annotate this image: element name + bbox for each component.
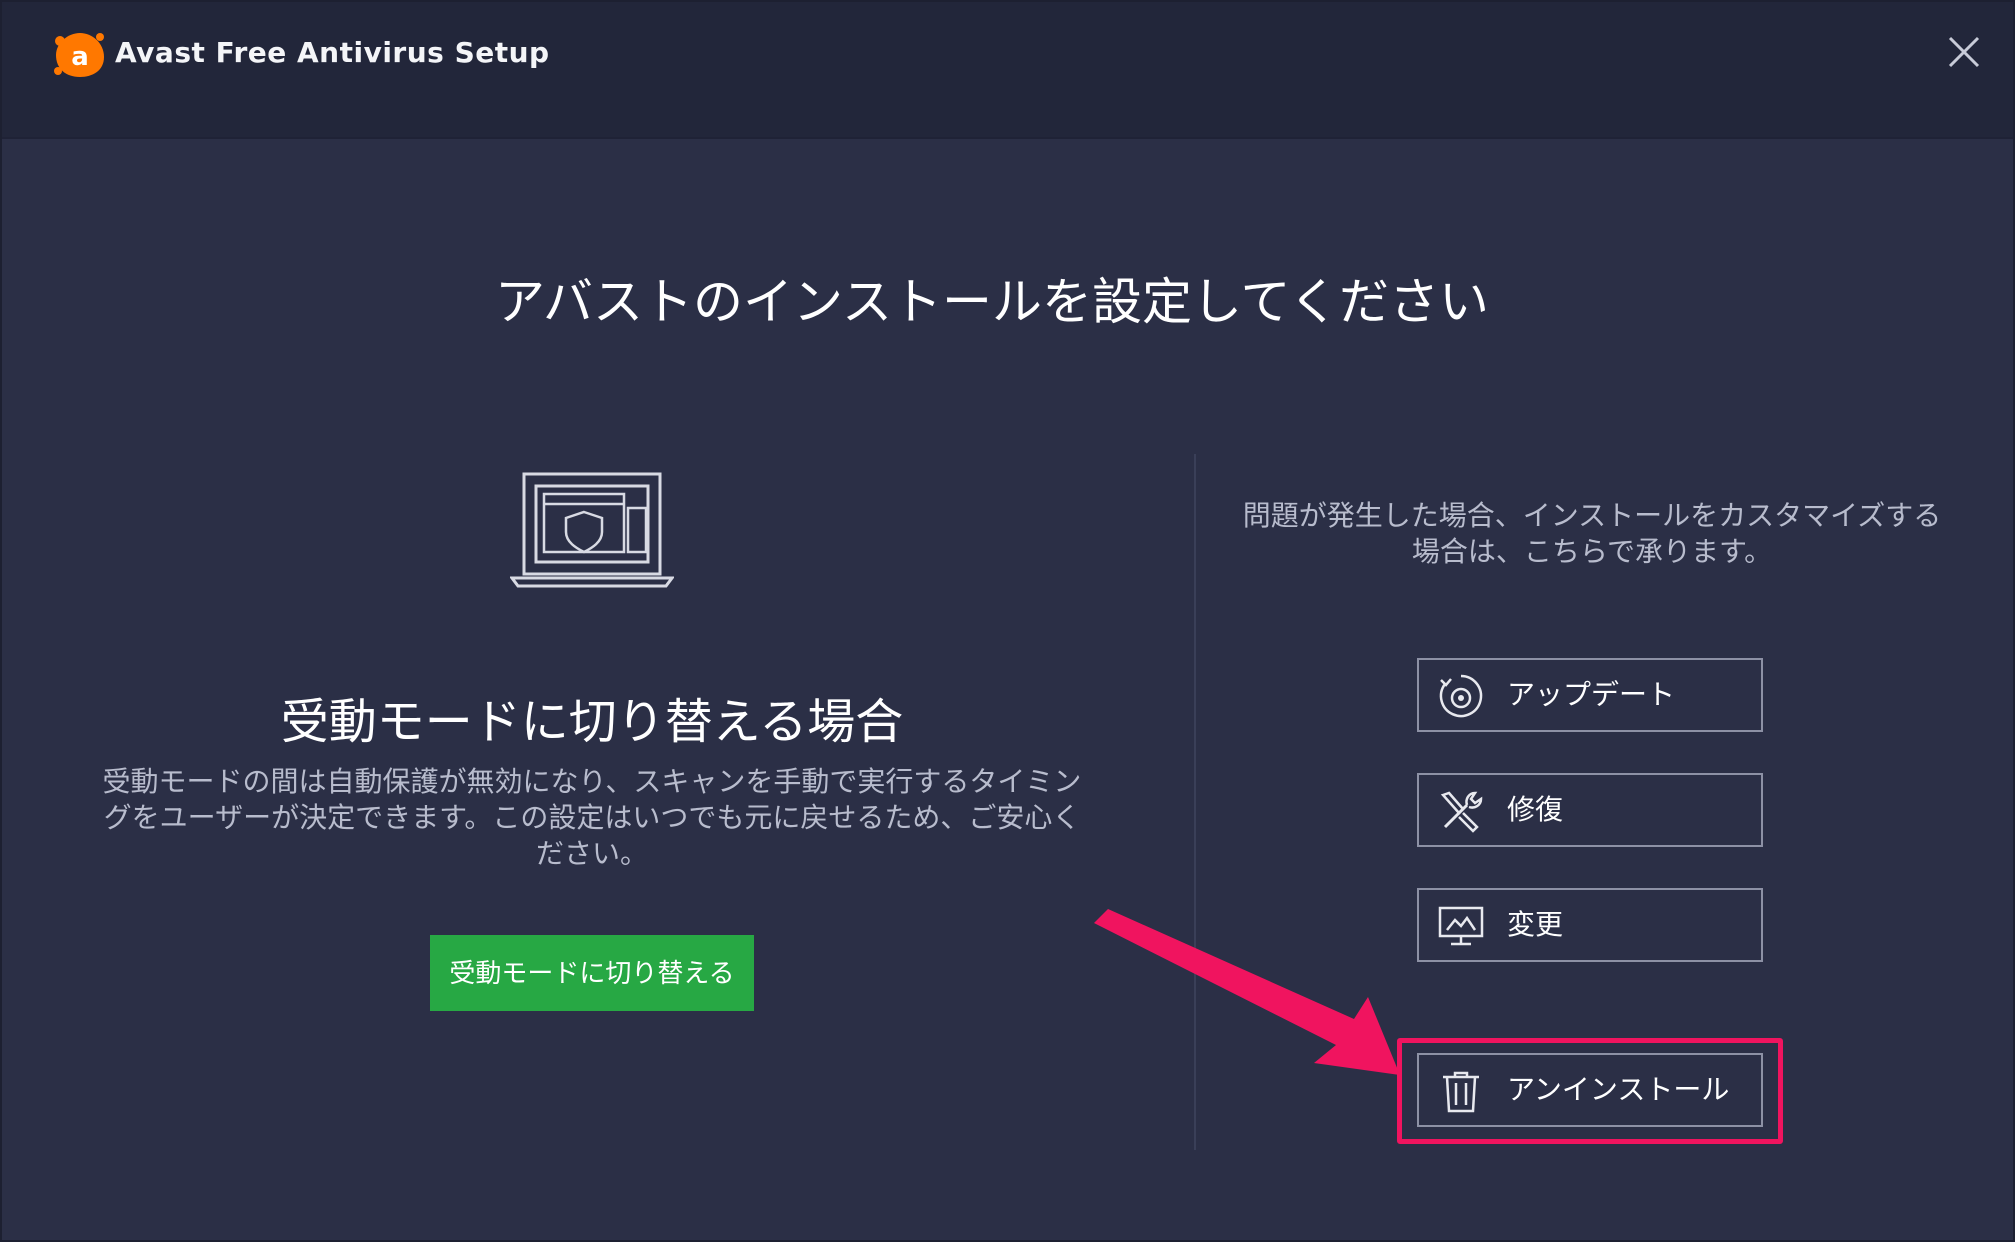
switch-passive-mode-button[interactable]: 受動モードに切り替える xyxy=(430,935,754,1011)
customize-desc-line: 問題が発生した場合、インストールをカスタマイズする xyxy=(1242,499,1942,532)
uninstall-highlight-box xyxy=(1397,1038,1783,1144)
title-bar: a Avast Free Antivirus Setup xyxy=(2,2,2013,139)
passive-desc-line: グをユーザーが決定できます。この設定はいつでも元に戻せるため、ご安心く xyxy=(103,801,1081,834)
setup-window: a Avast Free Antivirus Setup アバストのインストール… xyxy=(0,0,2015,1242)
update-button[interactable]: アップデート xyxy=(1417,658,1763,732)
wrench-screwdriver-icon xyxy=(1440,791,1483,833)
passive-mode-panel: 受動モードに切り替える場合 受動モードの間は自動保護が無効になり、スキャンを手動… xyxy=(102,442,1082,1102)
modify-label: 変更 xyxy=(1507,908,1564,941)
modify-button[interactable]: 変更 xyxy=(1417,888,1763,962)
page-title: アバストのインストールを設定してください xyxy=(495,273,1489,331)
passive-mode-description: 受動モードの間は自動保護が無効になり、スキャンを手動で実行するタイミン グをユー… xyxy=(102,764,1082,872)
update-label: アップデート xyxy=(1507,678,1676,711)
repair-button[interactable]: 修復 xyxy=(1417,773,1763,847)
passive-desc-line: 受動モードの間は自動保護が無効になり、スキャンを手動で実行するタイミン xyxy=(102,765,1082,798)
svg-text:a: a xyxy=(71,42,89,72)
repair-label: 修復 xyxy=(1507,793,1564,826)
customize-desc-line: 場合は、こちらで承ります。 xyxy=(1411,535,1773,568)
refresh-disc-icon xyxy=(1439,674,1483,718)
monitor-settings-icon xyxy=(1438,906,1484,946)
passive-desc-line: ださい。 xyxy=(535,837,648,870)
avast-logo-icon: a xyxy=(54,33,104,77)
customize-description: 問題が発生した場合、インストールをカスタマイズする 場合は、こちらで承ります。 xyxy=(1222,498,1962,570)
annotation-arrow-icon xyxy=(1094,909,1400,1075)
close-icon[interactable] xyxy=(1942,30,1986,74)
passive-mode-heading: 受動モードに切り替える場合 xyxy=(280,694,904,750)
laptop-shield-icon xyxy=(510,472,674,588)
window-title: Avast Free Antivirus Setup xyxy=(115,36,550,69)
